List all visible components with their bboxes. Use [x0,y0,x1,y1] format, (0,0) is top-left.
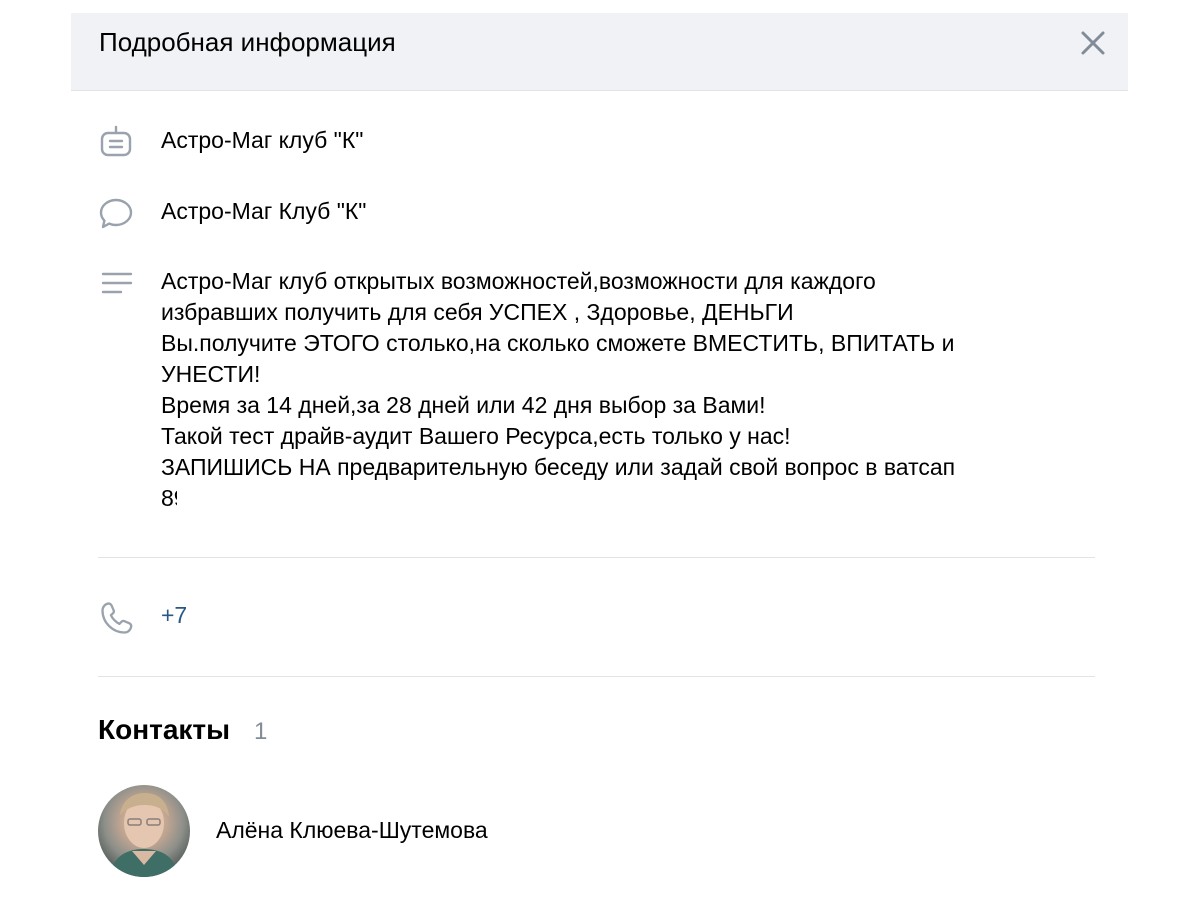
phone-icon [101,602,133,634]
contact-name[interactable]: Алёна Клюева-Шутемова [216,815,488,846]
description-line: Вы.получите ЭТОГО столько,на сколько смо… [161,330,955,356]
bot-icon [100,125,132,157]
close-button[interactable] [1075,25,1111,61]
description-line: Время за 14 дней,за 28 дней или 42 дня в… [161,392,766,418]
divider [98,557,1095,558]
info-row-chat[interactable]: Астро-Маг Клуб "К" [71,196,1128,232]
avatar[interactable] [98,785,190,877]
modal-title: Подробная информация [99,27,396,57]
chat-bubble-icon [99,198,133,229]
chat-name: Астро-Маг Клуб "К" [161,198,367,224]
info-row-description: Астро-Маг клуб открытых возможностей,воз… [71,266,1128,516]
description-line: Астро-Маг клуб открытых возможностей,воз… [161,268,876,294]
description-line: избравших получить для себя УСПЕХ , Здор… [161,299,794,325]
close-icon [1081,31,1105,55]
text-lines-icon [101,272,133,294]
description-line: 89 [161,485,177,511]
description-line: УНЕСТИ! [161,361,261,387]
modal-header: Подробная информация [71,13,1128,91]
contacts-count: 1 [254,718,268,745]
info-row-phone[interactable]: +7 [71,600,1128,636]
phone-link[interactable]: +7 [161,600,187,631]
info-row-name: Астро-Маг клуб "К" [71,125,1128,161]
description-line: Такой тест драйв-аудит Вашего Ресурса,ес… [161,423,791,449]
description-text: Астро-Маг клуб открытых возможностей,воз… [161,266,1049,511]
divider [98,676,1095,677]
details-modal: Подробная информация Астро-Маг клуб "К" … [71,13,1128,897]
avatar-photo [110,793,178,877]
contacts-title: Контакты [98,714,231,745]
description-line: ЗАПИШИСЬ НА предварительную беседу или з… [161,454,956,480]
group-name: Астро-Маг клуб "К" [161,127,364,153]
